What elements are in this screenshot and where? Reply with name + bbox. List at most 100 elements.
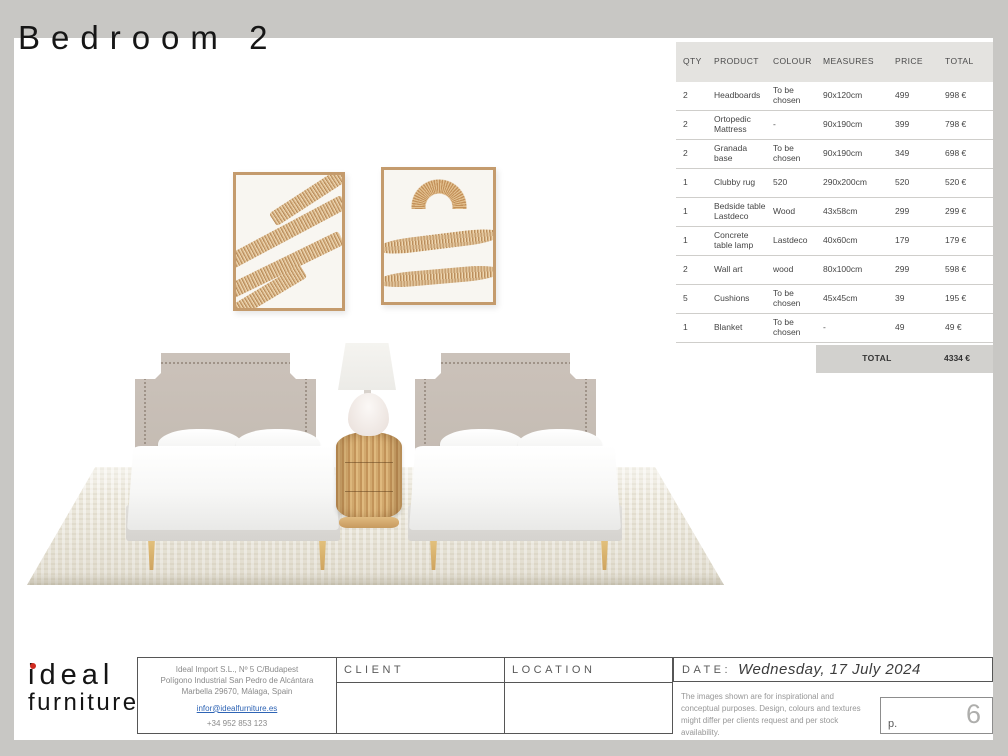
cell-qty: 2 [676,120,707,130]
cell-colour: To be chosen [766,144,816,164]
date-value: Wednesday, 17 July 2024 [738,661,921,678]
cell-colour: 520 [766,178,816,188]
bedside-table-plinth [339,517,399,528]
page-title: Bedroom 2 [18,19,278,57]
cell-product: Headboards [707,91,766,101]
column-header: TOTAL [938,57,993,67]
cell-colour: To be chosen [766,86,816,106]
cell-product: Wall art [707,265,766,275]
cell-product: Clubby rug [707,178,766,188]
table-row: 2 Ortopedic Mattress - 90x190cm 399 798 … [676,111,993,140]
table-lamp-base [348,393,389,436]
cell-qty: 1 [676,323,707,333]
drawer-divider [345,462,393,463]
cell-measures: 43x58cm [816,207,888,217]
total-row-spacer [676,345,816,373]
cell-product: Ortopedic Mattress [707,115,766,135]
cell-colour: wood [766,265,816,275]
table-row: 1 Bedside table Lastdeco Wood 43x58cm 29… [676,198,993,227]
cell-price: 39 [888,294,938,304]
cell-total: 49 € [938,323,993,333]
date-field: DATE: Wednesday, 17 July 2024 [673,657,993,682]
logo-red-dot-icon [30,663,36,669]
cell-measures: 90x120cm [816,91,888,101]
cell-price: 349 [888,149,938,159]
table-total-row: TOTAL 4334 € [676,345,993,373]
cell-total: 179 € [938,236,993,246]
cell-total: 299 € [938,207,993,217]
cell-qty: 2 [676,91,707,101]
cell-price: 499 [888,91,938,101]
cell-total: 195 € [938,294,993,304]
logo-line-1: ideal [28,660,139,690]
date-label: DATE: [682,664,731,676]
cell-colour: To be chosen [766,289,816,309]
location-cell: LOCATION [505,657,673,734]
table-row: 2 Headboards To be chosen 90x120cm 499 9… [676,82,993,111]
cell-product: Cushions [707,294,766,304]
cell-total: 698 € [938,149,993,159]
location-label: LOCATION [505,658,672,683]
cell-qty: 5 [676,294,707,304]
table-row: 2 Wall art wood 80x100cm 299 598 € [676,256,993,285]
cell-price: 299 [888,207,938,217]
column-header: MEASURES [816,57,888,67]
column-header: PRODUCT [707,57,766,67]
spec-table-header: QTYPRODUCTCOLOURMEASURESPRICETOTAL [676,42,993,82]
duvet-left [127,446,339,530]
table-row: 1 Concrete table lamp Lastdeco 40x60cm 1… [676,227,993,256]
logo-text-ideal: ideal [28,659,114,691]
cell-price: 399 [888,120,938,130]
cell-colour: To be chosen [766,318,816,338]
cell-measures: 40x60cm [816,236,888,246]
cell-price: 49 [888,323,938,333]
address-line: Marbella 29670, Málaga, Spain [138,686,336,697]
cell-total: 520 € [938,178,993,188]
cell-colour: Wood [766,207,816,217]
company-phone: +34 952 853 123 [138,718,336,729]
column-header: COLOUR [766,57,816,67]
cell-measures: 45x45cm [816,294,888,304]
cell-qty: 1 [676,207,707,217]
logo-line-2: furniture [28,690,139,716]
total-value: 4334 € [938,345,993,373]
fringe-band [381,226,496,256]
cell-product: Bedside table Lastdeco [707,202,766,222]
cell-qty: 2 [676,265,707,275]
cell-price: 520 [888,178,938,188]
company-info-box: Ideal Import S.L., Nº 5 C/BudapestPolígo… [137,657,337,734]
wall-art-left-image [233,172,345,311]
page-number: 6 [966,699,981,730]
company-address: Ideal Import S.L., Nº 5 C/BudapestPolígo… [138,664,336,698]
spec-table-body: 2 Headboards To be chosen 90x120cm 499 9… [676,82,993,343]
cell-measures: 290x200cm [816,178,888,188]
address-line: Polígono Industrial San Pedro de Alcánta… [138,675,336,686]
client-cell: CLIENT [337,657,505,734]
fringe-band [381,264,496,290]
cell-qty: 1 [676,178,707,188]
duvet-right [409,446,621,530]
cell-price: 299 [888,265,938,275]
cell-product: Concrete table lamp [707,231,766,251]
cell-qty: 1 [676,236,707,246]
table-row: 2 Granada base To be chosen 90x190cm 349… [676,140,993,169]
cell-price: 179 [888,236,938,246]
cell-measures: 90x190cm [816,149,888,159]
cell-total: 598 € [938,265,993,275]
cell-measures: 90x190cm [816,120,888,130]
fringe-band [233,231,345,302]
table-lamp-shade [338,343,396,390]
cell-total: 798 € [938,120,993,130]
fringe-arch [408,176,470,209]
company-email-link[interactable]: infor@idealfurniture.es [197,703,278,714]
cell-measures: 80x100cm [816,265,888,275]
wall-art-right-image [381,167,496,305]
cell-colour: Lastdeco [766,236,816,246]
cell-qty: 2 [676,149,707,159]
page-label: p. [888,718,897,730]
drawer-divider [345,491,393,492]
total-label: TOTAL [816,345,938,373]
page-number-box: p. 6 [880,697,993,734]
column-header: PRICE [888,57,938,67]
brand-logo: ideal furniture [28,660,139,717]
